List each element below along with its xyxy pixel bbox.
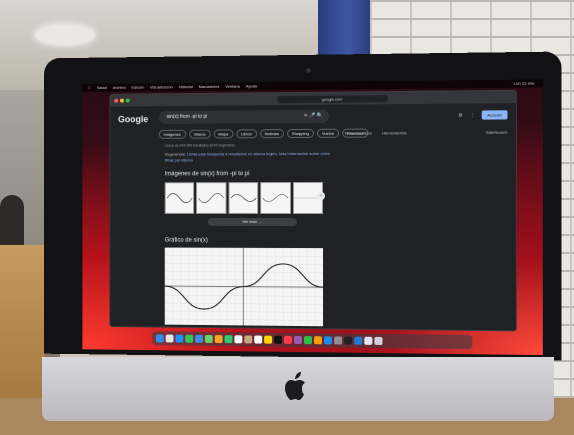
menubar-clock[interactable]: Lun 21 ene [514,79,535,87]
camera-icon [306,68,311,73]
tab-chip[interactable]: Mapa [213,129,233,138]
mail-icon[interactable] [195,335,202,343]
sine-graph[interactable] [165,248,323,327]
result-stats: Cerca de 944.000 resultados (0,42 segund… [165,143,235,147]
podcasts-icon[interactable] [294,336,301,344]
pages-icon[interactable] [314,336,322,344]
filter-tools: Todos los filtros Herramientas [344,130,406,135]
menu-item[interactable]: Marcadores [199,83,220,91]
finder-icon[interactable] [156,335,163,342]
image-thumbnail[interactable] [260,182,290,214]
menu-item[interactable]: Visualización [150,83,173,91]
imac-computer:  Safari Archivo Edición Visualización H… [38,55,556,425]
menu-item[interactable]: Archivo [113,84,126,92]
preview-icon[interactable] [364,337,372,345]
graph-title: Gráfico de sin(x) [165,238,208,244]
safesearch-button[interactable]: SafeSearch [486,130,508,135]
tab-chip[interactable]: Noticias [260,129,284,138]
address-bar[interactable]: google.com [277,95,388,103]
music-icon[interactable] [284,336,291,344]
tab-chip[interactable]: Imágenes [159,130,186,139]
google-logo[interactable]: Google [118,114,148,124]
apps-grid-icon[interactable]: ⋮ [470,112,476,118]
launchpad-icon[interactable] [166,335,173,343]
images-section-title[interactable]: Imágenes de sin(x) from -pi to pi [165,171,250,177]
tab-chip[interactable]: Shopping [287,129,314,138]
menu-item[interactable]: Edición [131,84,144,92]
tv-icon[interactable] [274,336,281,344]
reminders-icon[interactable] [254,336,261,344]
menu-item[interactable]: Ventana [225,83,240,91]
ceiling-light [35,25,95,45]
browser-window: google.com Google sin(x) from -pi to pi … [109,90,516,332]
suggestion-link[interactable]: Limita esta búsqueda a resultados en idi… [187,151,278,156]
view-all-label: Ver todo [242,219,257,224]
tab-chip[interactable]: Videos [189,130,211,139]
view-all-button[interactable]: Ver todo → [208,218,297,226]
app-store-icon[interactable] [324,337,332,345]
screen:  Safari Archivo Edición Visualización H… [82,79,542,355]
chevron-right-icon[interactable]: › [317,192,325,200]
image-thumbnail[interactable] [228,182,258,214]
tab-chip[interactable]: Vuelos [317,129,339,138]
apple-logo-icon [280,369,312,405]
settings-gear-icon[interactable]: ⚙ [457,112,463,118]
classroom-scene:  Safari Archivo Edición Visualización H… [0,0,574,435]
search-icon[interactable]: ✕ 🎤 🔍 [304,110,323,123]
menu-item[interactable]: Ayuda [246,82,257,90]
image-results-strip [165,182,323,214]
signin-button[interactable]: Acceder [482,110,508,119]
monitor-bezel:  Safari Archivo Edición Visualización H… [44,52,562,361]
apple-menu-icon[interactable]:  [88,84,91,92]
window-controls [114,99,129,103]
safari-icon[interactable] [175,335,182,343]
messages-icon[interactable] [185,335,192,343]
photos-icon[interactable] [215,335,222,343]
tools-button[interactable]: Herramientas [382,130,406,135]
menu-item[interactable]: Safari [97,84,107,92]
search-input[interactable]: sin(x) from -pi to pi ✕ 🎤 🔍 [159,110,329,124]
close-window-icon[interactable] [114,99,118,103]
settings-icon[interactable] [334,337,342,345]
terminal-icon[interactable] [344,337,352,345]
imac-chin [42,357,554,421]
browser-toolbar: google.com [110,91,515,107]
search-query: sin(x) from -pi to pi [167,114,208,120]
contacts-icon[interactable] [244,336,251,344]
notes-icon[interactable] [264,336,271,344]
account-area: ⚙ ⋮ Acceder [457,110,507,120]
maps-icon[interactable] [205,335,212,343]
blue-curtain [318,0,378,58]
vscode-icon[interactable] [354,337,362,345]
tab-chip[interactable]: Libros [236,129,257,138]
minimize-window-icon[interactable] [120,99,124,103]
image-thumbnail[interactable] [165,182,195,214]
language-suggestion: Sugerencia: Limita esta búsqueda a resul… [165,151,333,164]
zoom-window-icon[interactable] [126,99,130,103]
facetime-icon[interactable] [225,335,232,343]
all-filters-button[interactable]: Todos los filtros [344,131,372,136]
numbers-icon[interactable] [304,336,312,344]
menu-item[interactable]: Historial [179,83,193,91]
calendar-icon[interactable] [234,336,241,344]
search-tabs: Imágenes Videos Mapa Libros Noticias Sho… [159,129,369,139]
trash-icon[interactable] [374,337,382,345]
image-thumbnail[interactable] [196,182,226,214]
suggestion-prefix: Sugerencia: [165,152,186,157]
